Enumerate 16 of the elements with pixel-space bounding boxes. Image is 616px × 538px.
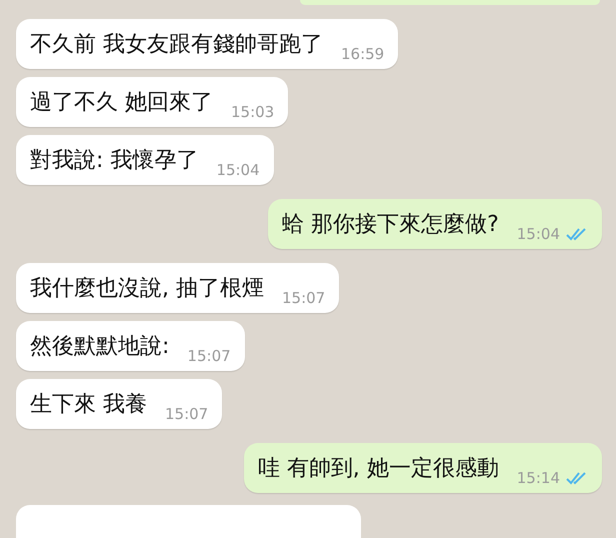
message-text: 生下來 我養 (30, 391, 147, 419)
message-time: 15:03 (231, 103, 274, 121)
message-text: 對我說: 我懷孕了 (30, 147, 198, 175)
message-time: 15:07 (165, 405, 208, 423)
message-time: 15:07 (282, 289, 326, 307)
message-time: 15:04 (216, 161, 260, 179)
message-text: 過了不久 她回來了 (30, 89, 213, 117)
message-time: 15:04 (516, 225, 560, 243)
message-text: 我什麼也沒說, 抽了根煙 (30, 275, 264, 303)
message-text: 然後默默地說: (30, 333, 170, 361)
message-text: 哇 有帥到, 她一定很感動 (258, 455, 499, 483)
message-time: 16:59 (341, 45, 384, 63)
message-text: 不久前 我女友跟有錢帥哥跑了 (30, 31, 323, 59)
message-text: 蛤 那你接下來怎麼做? (282, 211, 499, 239)
message-time: 15:14 (516, 469, 560, 487)
message-time: 15:07 (187, 347, 231, 365)
